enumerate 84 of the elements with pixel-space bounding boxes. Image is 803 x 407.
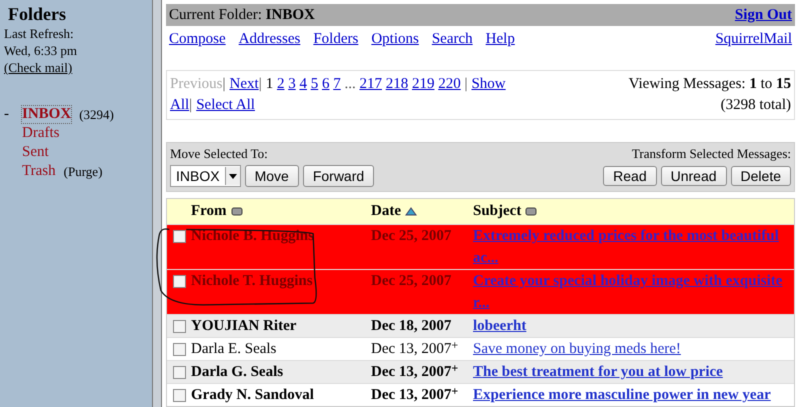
message-row[interactable]: YOUJIAN Riter Dec 18, 2007 lobeerht bbox=[167, 314, 794, 337]
row-checkbox[interactable] bbox=[173, 389, 186, 402]
row-checkbox[interactable] bbox=[173, 275, 186, 288]
last-refresh-label: Last Refresh: bbox=[4, 25, 75, 42]
page-link[interactable]: 219 bbox=[412, 76, 434, 92]
row-checkbox[interactable] bbox=[173, 230, 186, 243]
sender-cell-text: YOUJIAN Riter bbox=[191, 317, 298, 336]
sender-cell-text: Grady N. Sandoval bbox=[191, 386, 315, 405]
folder-select[interactable]: INBOX bbox=[170, 165, 241, 187]
last-refresh-time: Wed, 6:33 pm bbox=[4, 42, 78, 59]
separator: | bbox=[258, 76, 262, 92]
nav-link[interactable]: Options bbox=[371, 31, 419, 48]
unread-count: (3294) bbox=[79, 106, 114, 122]
current-page: 1 bbox=[266, 76, 274, 92]
current-folder: Current Folder: INBOX bbox=[169, 6, 315, 24]
subject-link[interactable]: Experience more masculine power in new year bbox=[473, 384, 794, 406]
page-link[interactable]: 217 bbox=[359, 76, 382, 92]
attachment-icon: + bbox=[451, 338, 458, 360]
date-cell-text: Dec 25, 2007 bbox=[371, 272, 452, 291]
move-label: Move Selected To: bbox=[170, 146, 268, 162]
forward-button[interactable]: Forward bbox=[302, 165, 374, 187]
pagination-link[interactable]: Select All bbox=[196, 97, 255, 113]
message-action-button[interactable]: Read bbox=[603, 166, 657, 186]
brand-link[interactable]: SquirrelMail bbox=[715, 31, 792, 48]
sender-cell-text: Darla E. Seals bbox=[191, 340, 278, 359]
subject-link[interactable]: The best treatment for you at low price bbox=[473, 361, 794, 383]
column-header[interactable]: Date bbox=[371, 203, 401, 220]
date-cell-text: Dec 25, 2007 bbox=[371, 227, 452, 246]
sort-ascending-icon[interactable] bbox=[405, 207, 417, 216]
attachment-icon: + bbox=[451, 361, 458, 383]
page-link[interactable]: 6 bbox=[322, 76, 330, 92]
message-action-button[interactable]: Unread bbox=[660, 166, 727, 186]
nav-link[interactable]: Addresses bbox=[238, 31, 300, 48]
nav-link[interactable]: Folders bbox=[313, 31, 358, 48]
sort-icon[interactable] bbox=[525, 207, 538, 216]
row-checkbox[interactable] bbox=[173, 343, 186, 356]
separator: | bbox=[464, 76, 468, 92]
caret-icon bbox=[228, 174, 237, 178]
page-link[interactable]: 220 bbox=[438, 76, 461, 92]
sort-icon[interactable] bbox=[230, 207, 243, 216]
row-checkbox[interactable] bbox=[173, 320, 186, 333]
page-link[interactable]: 4 bbox=[299, 76, 307, 92]
attachment-icon: + bbox=[451, 384, 458, 406]
pagination-link[interactable]: Next bbox=[230, 76, 259, 92]
collapse-toggle[interactable]: - bbox=[4, 106, 18, 123]
viewing-messages: Viewing Messages: 1 to 15 bbox=[628, 75, 791, 94]
message-row[interactable]: Darla G. Seals Dec 13, 2007+ The best treatment for you at low price bbox=[167, 360, 794, 383]
sender-cell-text: Nichole T. Huggins bbox=[191, 272, 314, 291]
nav-link[interactable]: Search bbox=[432, 31, 473, 48]
subject-link[interactable]: Save money on buying meds here! bbox=[473, 338, 794, 360]
transform-label: Transform Selected Messages: bbox=[632, 146, 791, 162]
nav-link[interactable]: Help bbox=[486, 31, 515, 48]
check-mail-link[interactable]: (Check mail) bbox=[4, 60, 72, 75]
page-ellipsis: ... bbox=[344, 76, 356, 92]
date-cell-text: Dec 13, 2007 bbox=[371, 363, 452, 382]
column-header[interactable]: From bbox=[191, 203, 227, 220]
page-link[interactable]: 218 bbox=[386, 76, 408, 92]
separator: | bbox=[189, 97, 192, 113]
page-link[interactable]: 3 bbox=[288, 76, 296, 92]
folder-link[interactable]: INBOX bbox=[22, 106, 72, 123]
nav-link[interactable]: Compose bbox=[169, 31, 226, 48]
subject-link[interactable]: lobeerht bbox=[473, 315, 794, 337]
folder-link[interactable]: Drafts bbox=[22, 125, 60, 142]
sidebar-title: Folders bbox=[7, 4, 67, 25]
purge-link[interactable]: (Purge) bbox=[64, 164, 102, 180]
pagination-link[interactable]: All bbox=[170, 97, 190, 113]
folder-link[interactable]: Trash bbox=[22, 163, 56, 180]
total-count: (3298 total) bbox=[720, 96, 791, 115]
row-checkbox[interactable] bbox=[173, 366, 186, 379]
page-link[interactable]: 2 bbox=[276, 76, 284, 92]
page-link[interactable]: 5 bbox=[310, 76, 318, 92]
date-cell-text: Dec 13, 2007 bbox=[371, 386, 452, 405]
message-action-button[interactable]: Delete bbox=[730, 166, 791, 186]
pagination-link: Previous bbox=[170, 76, 222, 92]
sign-out-link[interactable]: Sign Out bbox=[734, 6, 792, 24]
date-cell-text: Dec 13, 2007 bbox=[371, 340, 452, 359]
column-header[interactable]: Subject bbox=[473, 203, 522, 220]
date-cell-text: Dec 18, 2007 bbox=[371, 317, 452, 336]
move-button[interactable]: Move bbox=[244, 165, 299, 187]
pagination-link[interactable]: Show bbox=[471, 76, 506, 92]
separator: | bbox=[222, 76, 226, 92]
page-link[interactable]: 7 bbox=[333, 76, 341, 92]
folder-link[interactable]: Sent bbox=[22, 144, 49, 161]
sender-cell-text: Darla G. Seals bbox=[191, 363, 284, 382]
